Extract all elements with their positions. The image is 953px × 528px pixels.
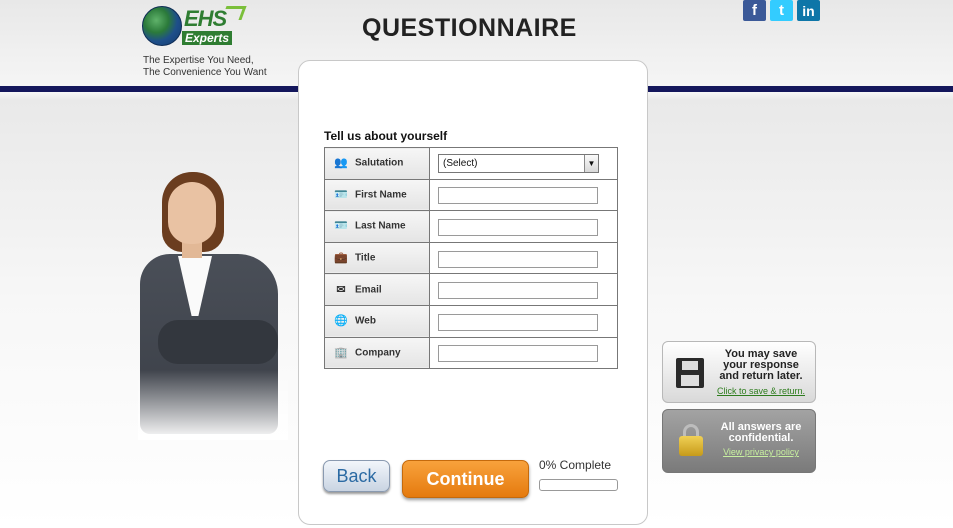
briefcase-icon: 💼: [334, 252, 348, 265]
tagline-line-2: The Convenience You Want: [143, 67, 267, 78]
form-row-web: 🌐 Web: [324, 304, 618, 338]
progress-bar: [539, 479, 618, 491]
id-card-icon: 🪪: [334, 188, 348, 201]
logo-brand: EHS: [184, 6, 227, 31]
envelope-icon: ✉: [336, 283, 346, 296]
last-name-field[interactable]: [438, 218, 598, 236]
privacy-policy-link[interactable]: View privacy policy: [711, 447, 811, 457]
floppy-disk-icon: [676, 358, 704, 388]
email-field[interactable]: [438, 282, 598, 300]
form-row-first-name: 🪪 First Name: [324, 178, 618, 212]
facebook-icon[interactable]: f: [743, 0, 766, 21]
continue-button[interactable]: Continue: [402, 460, 529, 498]
globe-icon: 🌐: [334, 315, 348, 328]
people-icon: 👥: [334, 157, 348, 170]
form-row-salutation: 👥 Salutation (Select) ▼: [324, 147, 618, 180]
section-title: Tell us about yourself: [324, 129, 448, 143]
confidential-message: All answers are confidential.: [711, 422, 811, 444]
logo-subtitle: Experts: [182, 31, 233, 45]
web-label: Web: [355, 315, 376, 327]
twitter-icon[interactable]: t: [770, 0, 793, 21]
first-name-label: First Name: [355, 189, 407, 201]
company-field[interactable]: [438, 345, 598, 363]
building-icon: 🏢: [334, 346, 348, 359]
progress-label: 0% Complete: [539, 458, 612, 472]
linkedin-icon[interactable]: in: [797, 0, 820, 21]
title-field[interactable]: [438, 250, 598, 268]
save-message: You may save your response and return la…: [711, 349, 811, 382]
ehs-logo[interactable]: EHS Experts: [142, 6, 252, 50]
salutation-label: Salutation: [355, 157, 404, 169]
save-return-panel: You may save your response and return la…: [662, 341, 816, 403]
form-row-email: ✉ Email: [324, 273, 618, 306]
company-label: Company: [355, 347, 401, 359]
lock-icon: [679, 436, 703, 456]
confidential-line-2: confidential.: [728, 432, 794, 444]
logo-swoosh: [221, 6, 247, 20]
form-row-last-name: 🪪 Last Name: [324, 210, 618, 243]
page-title: QUESTIONNAIRE: [362, 14, 577, 42]
id-card-icon: 🪪: [334, 220, 348, 233]
tagline: The Expertise You Need, The Convenience …: [143, 55, 267, 79]
last-name-label: Last Name: [355, 221, 406, 233]
email-label: Email: [355, 284, 382, 296]
tagline-line-1: The Expertise You Need,: [143, 55, 254, 66]
globe-icon: [142, 6, 182, 46]
save-return-link[interactable]: Click to save & return.: [711, 386, 811, 396]
salutation-value: (Select): [443, 157, 478, 169]
confidential-panel: All answers are confidential. View priva…: [662, 409, 816, 473]
title-label: Title: [355, 252, 376, 264]
form-row-title: 💼 Title: [324, 241, 618, 275]
save-message-line-3: and return later.: [719, 370, 803, 382]
personal-info-form: 👥 Salutation (Select) ▼ 🪪 First Name 🪪 Last…: [324, 147, 618, 370]
businesswoman-photo: [138, 170, 288, 440]
first-name-field[interactable]: [438, 187, 598, 205]
form-row-company: 🏢 Company: [324, 336, 618, 370]
web-field[interactable]: [438, 313, 598, 331]
back-button[interactable]: Back: [323, 460, 390, 492]
salutation-select[interactable]: (Select) ▼: [438, 153, 599, 173]
chevron-down-icon[interactable]: ▼: [584, 154, 598, 172]
